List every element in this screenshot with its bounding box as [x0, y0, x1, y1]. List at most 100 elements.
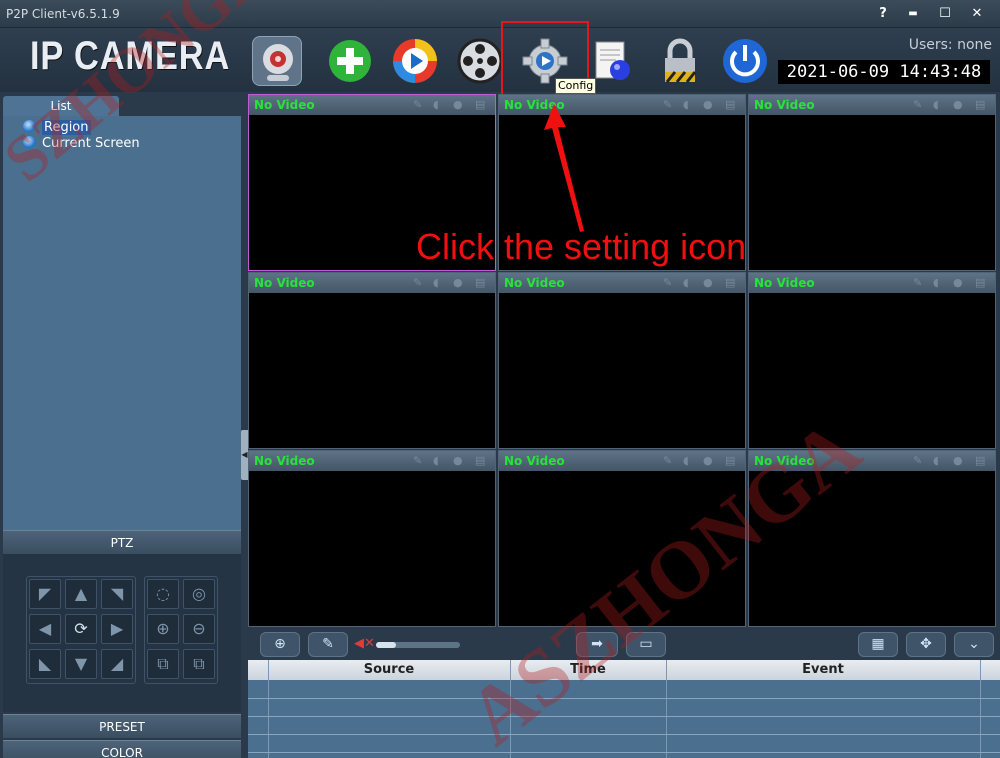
ptz-down-right-icon[interactable]: ◢	[101, 649, 133, 679]
ptz-down-left-icon[interactable]: ◣	[29, 649, 61, 679]
speaker-icon[interactable]: ◖	[933, 454, 945, 468]
close-button[interactable]: ✕	[962, 4, 992, 24]
mic-icon[interactable]: ✎	[413, 98, 425, 112]
column-source[interactable]: Source	[268, 662, 510, 677]
tree-item-region[interactable]: Region	[23, 120, 91, 136]
sidebar: List Region Current Screen PTZ ◤ ▲ ◥ ◀ ⟳…	[0, 92, 244, 758]
title-bar: P2P Client-v6.5.1.9 ? ▬ ☐ ✕	[0, 0, 1000, 28]
ptz-lens-controls: ◌ ◎ ⊕ ⊖ ⧉ ⧉	[144, 576, 218, 684]
video-cell[interactable]: No Video ✎ ◖ ● ▤	[248, 272, 496, 449]
ptz-direction-pad: ◤ ▲ ◥ ◀ ⟳ ▶ ◣ ▼ ◢	[26, 576, 136, 684]
snapshot-icon[interactable]: ▤	[975, 98, 987, 112]
video-cell[interactable]: No Video ✎ ◖ ● ▤	[498, 450, 746, 627]
video-cell[interactable]: No Video ✎ ◖ ● ▤	[748, 450, 996, 627]
video-control-bar: ⊕ ✎ ◀✕ ➡ ▭ ▦ ✥ ⌄	[248, 630, 1000, 660]
ptz-section-header[interactable]: PTZ	[3, 530, 241, 554]
ptz-left-icon[interactable]: ◀	[29, 614, 61, 644]
record-icon[interactable]: ●	[453, 276, 465, 290]
speaker-icon[interactable]: ◖	[433, 98, 445, 112]
video-cell[interactable]: No Video ✎ ◖ ● ▤	[748, 272, 996, 449]
lock-button[interactable]	[655, 36, 705, 86]
speaker-icon[interactable]: ◖	[933, 276, 945, 290]
maximize-button[interactable]: ☐	[930, 4, 960, 24]
column-time[interactable]: Time	[510, 662, 666, 677]
help-button[interactable]: ?	[868, 4, 898, 24]
iris-close-icon[interactable]: ⧉	[183, 649, 215, 679]
speaker-icon[interactable]: ◖	[933, 98, 945, 112]
mic-icon[interactable]: ✎	[913, 454, 925, 468]
record-icon[interactable]: ●	[453, 454, 465, 468]
focus-far-icon[interactable]: ◎	[183, 579, 215, 609]
snapshot-icon[interactable]: ▤	[725, 276, 737, 290]
collapse-sidebar-handle[interactable]: ◀	[241, 430, 248, 480]
globe-icon	[23, 120, 36, 133]
globe-icon	[23, 136, 36, 149]
record-icon[interactable]: ●	[703, 276, 715, 290]
zoom-out-icon[interactable]: ⊖	[183, 614, 215, 644]
snapshot-icon[interactable]: ▤	[475, 276, 487, 290]
mic-icon[interactable]: ✎	[413, 454, 425, 468]
snapshot-icon[interactable]: ▤	[725, 454, 737, 468]
film-reel-icon	[457, 38, 503, 84]
preset-section-header[interactable]: PRESET	[3, 714, 241, 738]
record-video-icon[interactable]: ➡	[576, 632, 618, 657]
ptz-auto-rotate-icon[interactable]: ⟳	[65, 614, 97, 644]
ptz-up-right-icon[interactable]: ◥	[101, 579, 133, 609]
digital-zoom-icon[interactable]: ⊕	[260, 632, 300, 657]
mic-icon[interactable]: ✎	[913, 276, 925, 290]
playback-button[interactable]	[390, 36, 440, 86]
mic-icon[interactable]: ✎	[913, 98, 925, 112]
record-icon[interactable]: ●	[953, 454, 965, 468]
grid-layout-icon[interactable]: ▦	[858, 632, 898, 657]
record-icon[interactable]: ●	[953, 276, 965, 290]
add-device-button[interactable]	[325, 36, 375, 86]
tab-list[interactable]: List	[3, 96, 119, 116]
speaker-icon[interactable]: ◖	[683, 98, 695, 112]
snapshot-icon[interactable]: ▤	[975, 276, 987, 290]
padlock-icon	[665, 38, 697, 83]
video-grid: No Video ✎ ◖ ● ▤ No Video ✎ ◖ ● ▤ No Video ✎ ◖ ●…	[248, 94, 998, 630]
mic-icon[interactable]: ✎	[663, 98, 675, 112]
mic-icon[interactable]: ✎	[413, 276, 425, 290]
record-icon[interactable]: ●	[703, 454, 715, 468]
record-icon[interactable]: ●	[453, 98, 465, 112]
ptz-up-left-icon[interactable]: ◤	[29, 579, 61, 609]
speaker-icon[interactable]: ◖	[433, 454, 445, 468]
ptz-right-icon[interactable]: ▶	[101, 614, 133, 644]
speaker-icon[interactable]: ◖	[683, 454, 695, 468]
focus-near-icon[interactable]: ◌	[147, 579, 179, 609]
header: IP CAMERA Users: none 2021-06-09 14:43:4…	[0, 28, 1000, 92]
zoom-in-icon[interactable]: ⊕	[147, 614, 179, 644]
color-section-header[interactable]: COLOR	[3, 740, 241, 758]
tree-item-current-screen[interactable]: Current Screen	[23, 136, 140, 152]
snapshot-icon[interactable]: ▤	[475, 98, 487, 112]
mic-icon[interactable]: ✎	[663, 276, 675, 290]
record-button[interactable]	[455, 36, 505, 86]
video-cell[interactable]: No Video ✎ ◖ ● ▤	[248, 450, 496, 627]
live-view-button[interactable]	[252, 36, 302, 86]
expand-panel-icon[interactable]: ⌄	[954, 632, 994, 657]
speaker-icon[interactable]: ◖	[433, 276, 445, 290]
column-event[interactable]: Event	[666, 662, 980, 677]
mic-icon[interactable]: ✎	[663, 454, 675, 468]
app-logo: IP CAMERA	[30, 34, 231, 78]
snapshot-icon[interactable]: ▤	[725, 98, 737, 112]
record-icon[interactable]: ●	[703, 98, 715, 112]
fullscreen-icon[interactable]: ✥	[906, 632, 946, 657]
talk-mic-icon[interactable]: ✎	[308, 632, 348, 657]
video-cell[interactable]: No Video ✎ ◖ ● ▤	[498, 272, 746, 449]
ptz-down-icon[interactable]: ▼	[65, 649, 97, 679]
exit-button[interactable]	[720, 36, 770, 86]
window-title: P2P Client-v6.5.1.9	[6, 7, 120, 21]
speaker-icon[interactable]: ◖	[683, 276, 695, 290]
mute-speaker-icon[interactable]: ◀✕	[354, 636, 375, 651]
snapshot-folder-icon[interactable]: ▭	[626, 632, 666, 657]
snapshot-icon[interactable]: ▤	[975, 454, 987, 468]
volume-slider[interactable]	[376, 642, 460, 648]
video-cell[interactable]: No Video ✎ ◖ ● ▤	[748, 94, 996, 271]
record-icon[interactable]: ●	[953, 98, 965, 112]
ptz-up-icon[interactable]: ▲	[65, 579, 97, 609]
iris-open-icon[interactable]: ⧉	[147, 649, 179, 679]
snapshot-icon[interactable]: ▤	[475, 454, 487, 468]
minimize-button[interactable]: ▬	[898, 4, 928, 24]
